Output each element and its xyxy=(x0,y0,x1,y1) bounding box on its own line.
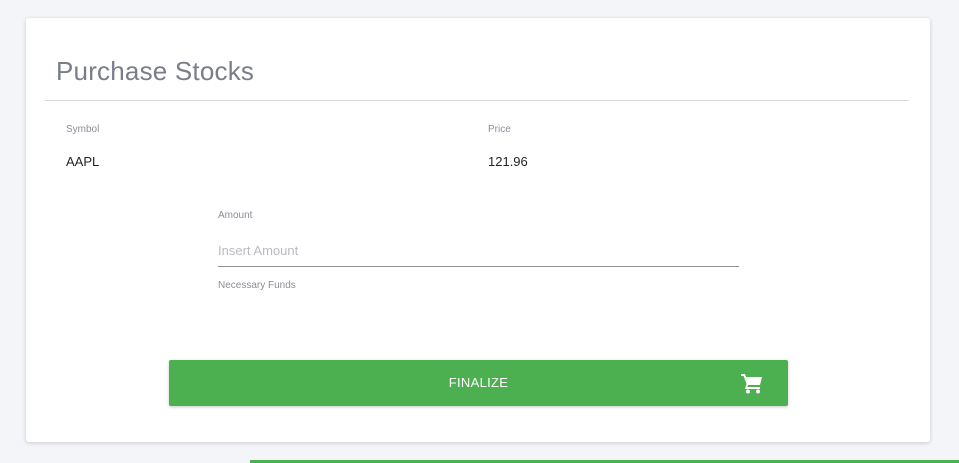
symbol-value: AAPL xyxy=(66,154,100,169)
finalize-button[interactable]: Finalize xyxy=(169,360,788,406)
shopping-cart-icon xyxy=(741,374,762,394)
amount-label: Amount xyxy=(218,210,253,221)
purchase-stocks-card: Purchase Stocks Symbol AAPL Price 121.96… xyxy=(26,18,930,442)
symbol-label: Symbol xyxy=(66,124,100,135)
amount-input[interactable] xyxy=(218,234,739,267)
necessary-funds-label: Necessary Funds xyxy=(218,280,296,291)
title-divider xyxy=(45,100,909,101)
page-title: Purchase Stocks xyxy=(56,56,255,86)
price-value: 121.96 xyxy=(488,154,528,169)
price-label: Price xyxy=(488,124,511,135)
finalize-button-label: Finalize xyxy=(448,375,509,390)
page: Purchase Stocks Symbol AAPL Price 121.96… xyxy=(0,0,959,463)
